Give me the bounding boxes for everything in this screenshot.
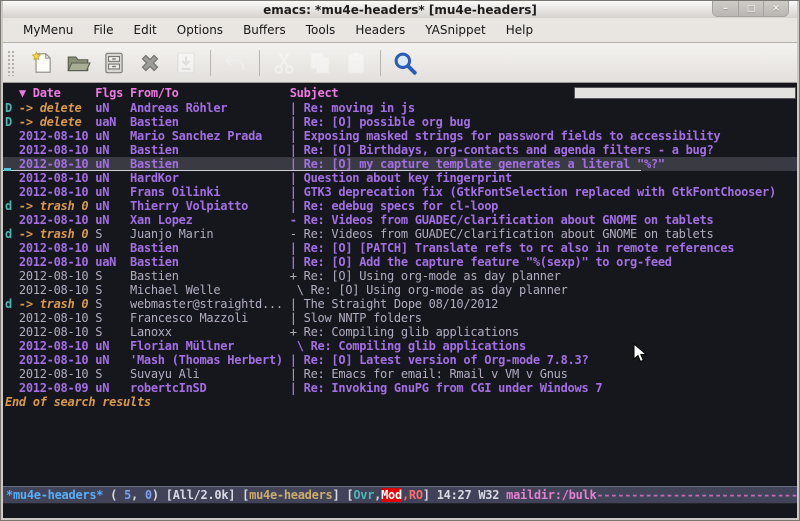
- window-title: emacs: *mu4e-headers* [mu4e-headers]: [263, 3, 537, 17]
- menu-bar: MyMenuFileEditOptionsBuffersToolsHeaders…: [3, 18, 797, 43]
- modeline-segment: ,: [131, 488, 145, 502]
- toolbar-separator: [210, 50, 211, 76]
- mode-line: *mu4e-headers* ( 5, 0) [All/2.0k] [mu4e-…: [3, 486, 797, 504]
- modeline-segment: Ovr: [353, 488, 374, 502]
- close-button[interactable]: ✕: [763, 1, 788, 16]
- menu-help[interactable]: Help: [496, 20, 543, 40]
- message-row[interactable]: 2012-08-10 S Francesco Mazzoli | Slow NN…: [3, 311, 797, 325]
- message-row[interactable]: d -> trash 0 S Juanjo Marin - Re: Videos…: [3, 227, 797, 241]
- header-columns: ▼ Date Flgs From/To Subject: [3, 85, 574, 101]
- modeline-segment: (: [103, 488, 124, 502]
- open-folder-icon[interactable]: [60, 47, 96, 79]
- save-as-icon: [168, 47, 204, 79]
- mu4e-headers-buffer: ▼ Date Flgs From/To Subject D -> delete …: [3, 83, 797, 518]
- message-list: D -> delete uN Andreas Röhler | Re: movi…: [3, 101, 797, 395]
- tool-bar: [3, 43, 797, 83]
- fringe-cursor: [4, 168, 11, 171]
- menu-file[interactable]: File: [83, 20, 123, 40]
- modeline-segment: ): [152, 488, 166, 502]
- modeline-segment: *mu4e-headers*: [6, 488, 103, 502]
- new-file-icon[interactable]: [24, 47, 60, 79]
- modeline-segment: RO: [409, 488, 423, 502]
- search-icon[interactable]: [387, 47, 423, 79]
- header-line: ▼ Date Flgs From/To Subject: [3, 85, 797, 101]
- echo-area: [3, 504, 797, 518]
- maximize-button[interactable]: □: [738, 1, 763, 16]
- modeline-segment: [All/2.0k]: [166, 488, 242, 502]
- modeline-segment: ,: [402, 488, 409, 502]
- close-icon[interactable]: [132, 47, 168, 79]
- window-controls: –□✕: [712, 1, 789, 17]
- message-row[interactable]: 2012-08-09 uN robertcInSD | Re: Invoking…: [3, 381, 797, 395]
- message-row[interactable]: d -> trash 0 S webmaster@straightd... | …: [3, 297, 797, 311]
- minimize-button[interactable]: –: [713, 1, 738, 16]
- menu-tools[interactable]: Tools: [296, 20, 346, 40]
- message-row[interactable]: 2012-08-10 uN 'Mash (Thomas Herbert) | R…: [3, 353, 797, 367]
- modeline-segment: 5: [124, 488, 131, 502]
- undo-icon: [217, 47, 253, 79]
- message-row[interactable]: D -> delete uN Andreas Röhler | Re: movi…: [3, 101, 797, 115]
- modeline-segment: ]: [423, 488, 437, 502]
- toolbar-grip-icon: [7, 50, 16, 76]
- message-row[interactable]: 2012-08-10 uN Xan Lopez - Re: Videos fro…: [3, 213, 797, 227]
- message-row[interactable]: 2012-08-10 uaN Bastien | Re: [O] Add the…: [3, 255, 797, 269]
- message-row[interactable]: 2012-08-10 uN Mario Sanchez Prada | Expo…: [3, 129, 797, 143]
- menu-buffers[interactable]: Buffers: [233, 20, 296, 40]
- message-row[interactable]: 2012-08-10 S Lanoxx + Re: Compiling glib…: [3, 325, 797, 339]
- menu-yasnippet[interactable]: YASnippet: [415, 20, 496, 40]
- modeline-segment: ----------------------------------------: [596, 488, 797, 502]
- cut-icon: [266, 47, 302, 79]
- menu-headers[interactable]: Headers: [345, 20, 415, 40]
- message-row[interactable]: 2012-08-10 uN HardKor | Question about k…: [3, 171, 797, 185]
- message-row[interactable]: 2012-08-10 uN Florian Müllner \ Re: Comp…: [3, 339, 797, 353]
- menu-edit[interactable]: Edit: [124, 20, 167, 40]
- paste-icon: [338, 47, 374, 79]
- end-of-results: End of search results: [3, 395, 797, 409]
- message-row[interactable]: 2012-08-10 S Bastien + Re: [O] Using org…: [3, 269, 797, 283]
- message-row[interactable]: 2012-08-10 uN Bastien | Re: [O] Birthday…: [3, 143, 797, 157]
- copy-icon: [302, 47, 338, 79]
- toolbar-separator: [259, 50, 260, 76]
- title-bar: emacs: *mu4e-headers* [mu4e-headers] –□✕: [3, 1, 797, 18]
- modeline-segment: mu4e-headers: [249, 488, 332, 502]
- save-icon[interactable]: [96, 47, 132, 79]
- modeline-segment: 0: [145, 488, 152, 502]
- message-row[interactable]: 2012-08-10 uN Frans Oilinki | GTK3 depre…: [3, 185, 797, 199]
- modified-flag: Mod: [381, 488, 402, 502]
- menu-mymenu[interactable]: MyMenu: [13, 20, 83, 40]
- modeline-segment: maildir:/bulk: [506, 488, 596, 502]
- emacs-window: emacs: *mu4e-headers* [mu4e-headers] –□✕…: [0, 0, 800, 521]
- modeline-segment: ]: [332, 488, 346, 502]
- modeline-segment: 14:27 W32: [437, 488, 506, 502]
- header-line-filler: [574, 87, 796, 99]
- message-row[interactable]: 2012-08-10 uN Bastien | Re: [O] my captu…: [3, 157, 797, 171]
- toolbar-separator: [380, 50, 381, 76]
- message-row[interactable]: 2012-08-10 S Suvayu Ali | Re: Emacs for …: [3, 367, 797, 381]
- message-row[interactable]: d -> trash 0 uN Thierry Volpiatto | Re: …: [3, 199, 797, 213]
- menu-options[interactable]: Options: [167, 20, 233, 40]
- message-row[interactable]: D -> delete uaN Bastien | Re: [O] possib…: [3, 115, 797, 129]
- message-row[interactable]: 2012-08-10 S Michael Welle \ Re: [O] Usi…: [3, 283, 797, 297]
- message-row[interactable]: 2012-08-10 uN Bastien | Re: [O] [PATCH] …: [3, 241, 797, 255]
